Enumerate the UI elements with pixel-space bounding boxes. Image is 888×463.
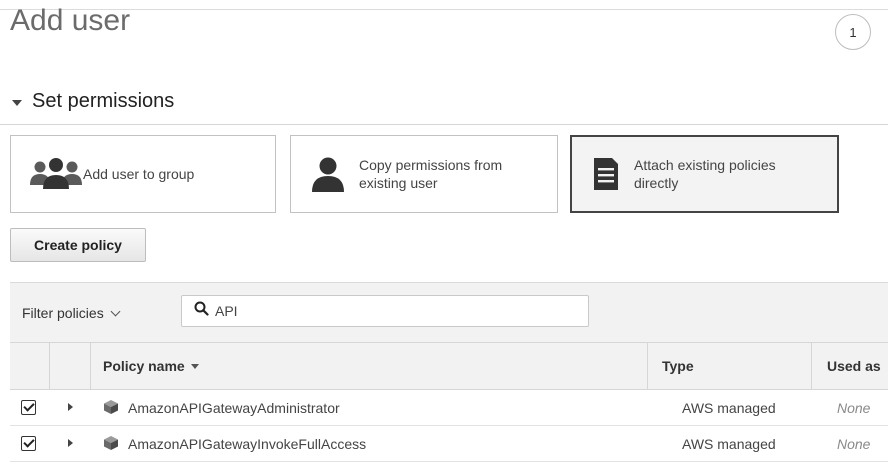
section-divider: [0, 124, 888, 125]
column-header-label: Policy name: [103, 358, 185, 374]
table-row[interactable]: AmazonAPIGatewayInvokeFullAccess AWS man…: [10, 426, 888, 462]
column-divider: [811, 343, 812, 389]
column-divider: [647, 343, 648, 389]
option-attach-policies[interactable]: Attach existing policies directly: [570, 135, 839, 213]
column-header-policy-name[interactable]: Policy name: [103, 358, 199, 374]
table-header: Policy name Type Used as: [10, 342, 888, 390]
top-divider: [0, 9, 888, 10]
option-add-user-to-group[interactable]: Add user to group: [10, 135, 276, 213]
policy-name[interactable]: AmazonAPIGatewayInvokeFullAccess: [128, 436, 366, 452]
option-label-line2: existing user: [359, 175, 438, 191]
option-label-line2: directly: [634, 175, 679, 191]
page-title: Add user: [10, 4, 131, 37]
column-divider: [90, 343, 91, 389]
policy-name[interactable]: AmazonAPIGatewayAdministrator: [128, 400, 340, 416]
option-label: Copy permissions from existing user: [359, 156, 502, 192]
policy-type: AWS managed: [682, 400, 776, 416]
expand-row-icon[interactable]: [68, 403, 73, 411]
policy-cube-icon: [103, 435, 119, 454]
policy-used-as: None: [837, 436, 871, 452]
option-copy-permissions[interactable]: Copy permissions from existing user: [290, 135, 558, 213]
filter-label: Filter policies: [22, 305, 104, 321]
user-icon: [311, 155, 345, 193]
policy-table: Policy name Type Used as AmazonAPIGatewa…: [10, 342, 888, 462]
expand-row-icon[interactable]: [68, 439, 73, 447]
section-header[interactable]: Set permissions: [12, 90, 174, 113]
users-group-icon: [29, 157, 83, 191]
chevron-down-icon: [110, 306, 121, 316]
option-label-line1: Attach existing policies: [634, 157, 776, 173]
column-header-label: Type: [662, 358, 694, 374]
row-checkbox[interactable]: [21, 436, 36, 451]
option-label-line1: Copy permissions from: [359, 157, 503, 173]
row-checkbox[interactable]: [21, 400, 36, 415]
create-policy-button[interactable]: Create policy: [10, 228, 146, 262]
column-header-used-as[interactable]: Used as: [827, 358, 881, 374]
collapse-caret-icon[interactable]: [12, 100, 22, 106]
sort-down-icon: [190, 363, 199, 369]
policy-type: AWS managed: [682, 436, 776, 452]
filter-bar: Filter policies: [10, 282, 888, 343]
option-label: Add user to group: [83, 166, 195, 182]
column-header-label: Used as: [827, 358, 881, 374]
column-header-type[interactable]: Type: [662, 358, 694, 374]
table-row[interactable]: AmazonAPIGatewayAdministrator AWS manage…: [10, 390, 888, 426]
search-input[interactable]: [215, 303, 575, 319]
search-icon: [194, 301, 209, 321]
document-icon: [592, 156, 620, 192]
section-title: Set permissions: [32, 90, 175, 112]
policy-used-as: None: [837, 400, 871, 416]
option-label: Attach existing policies directly: [634, 156, 776, 192]
step-number: 1: [849, 24, 857, 40]
column-divider: [49, 343, 50, 389]
step-indicator: 1: [835, 14, 871, 50]
filter-policies-dropdown[interactable]: Filter policies: [22, 305, 121, 321]
search-box[interactable]: [181, 295, 589, 327]
policy-cube-icon: [103, 399, 119, 418]
